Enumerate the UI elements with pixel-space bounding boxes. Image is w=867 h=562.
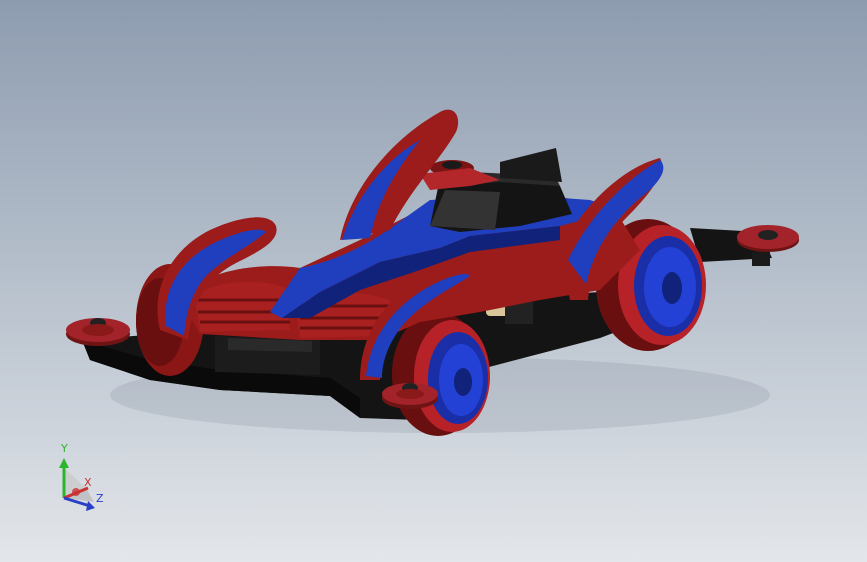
- coordinate-triad: Y X Z: [50, 440, 120, 520]
- y-axis-label: Y: [61, 442, 68, 455]
- rear-right-roller-arm: [690, 225, 799, 266]
- z-axis-label: Z: [96, 492, 104, 505]
- front-left-roller: [66, 318, 130, 346]
- x-axis-label: X: [84, 476, 92, 489]
- 3d-viewport[interactable]: Y X Z: [0, 0, 867, 562]
- front-right-roller: [382, 383, 438, 409]
- race-car-model[interactable]: [0, 0, 867, 562]
